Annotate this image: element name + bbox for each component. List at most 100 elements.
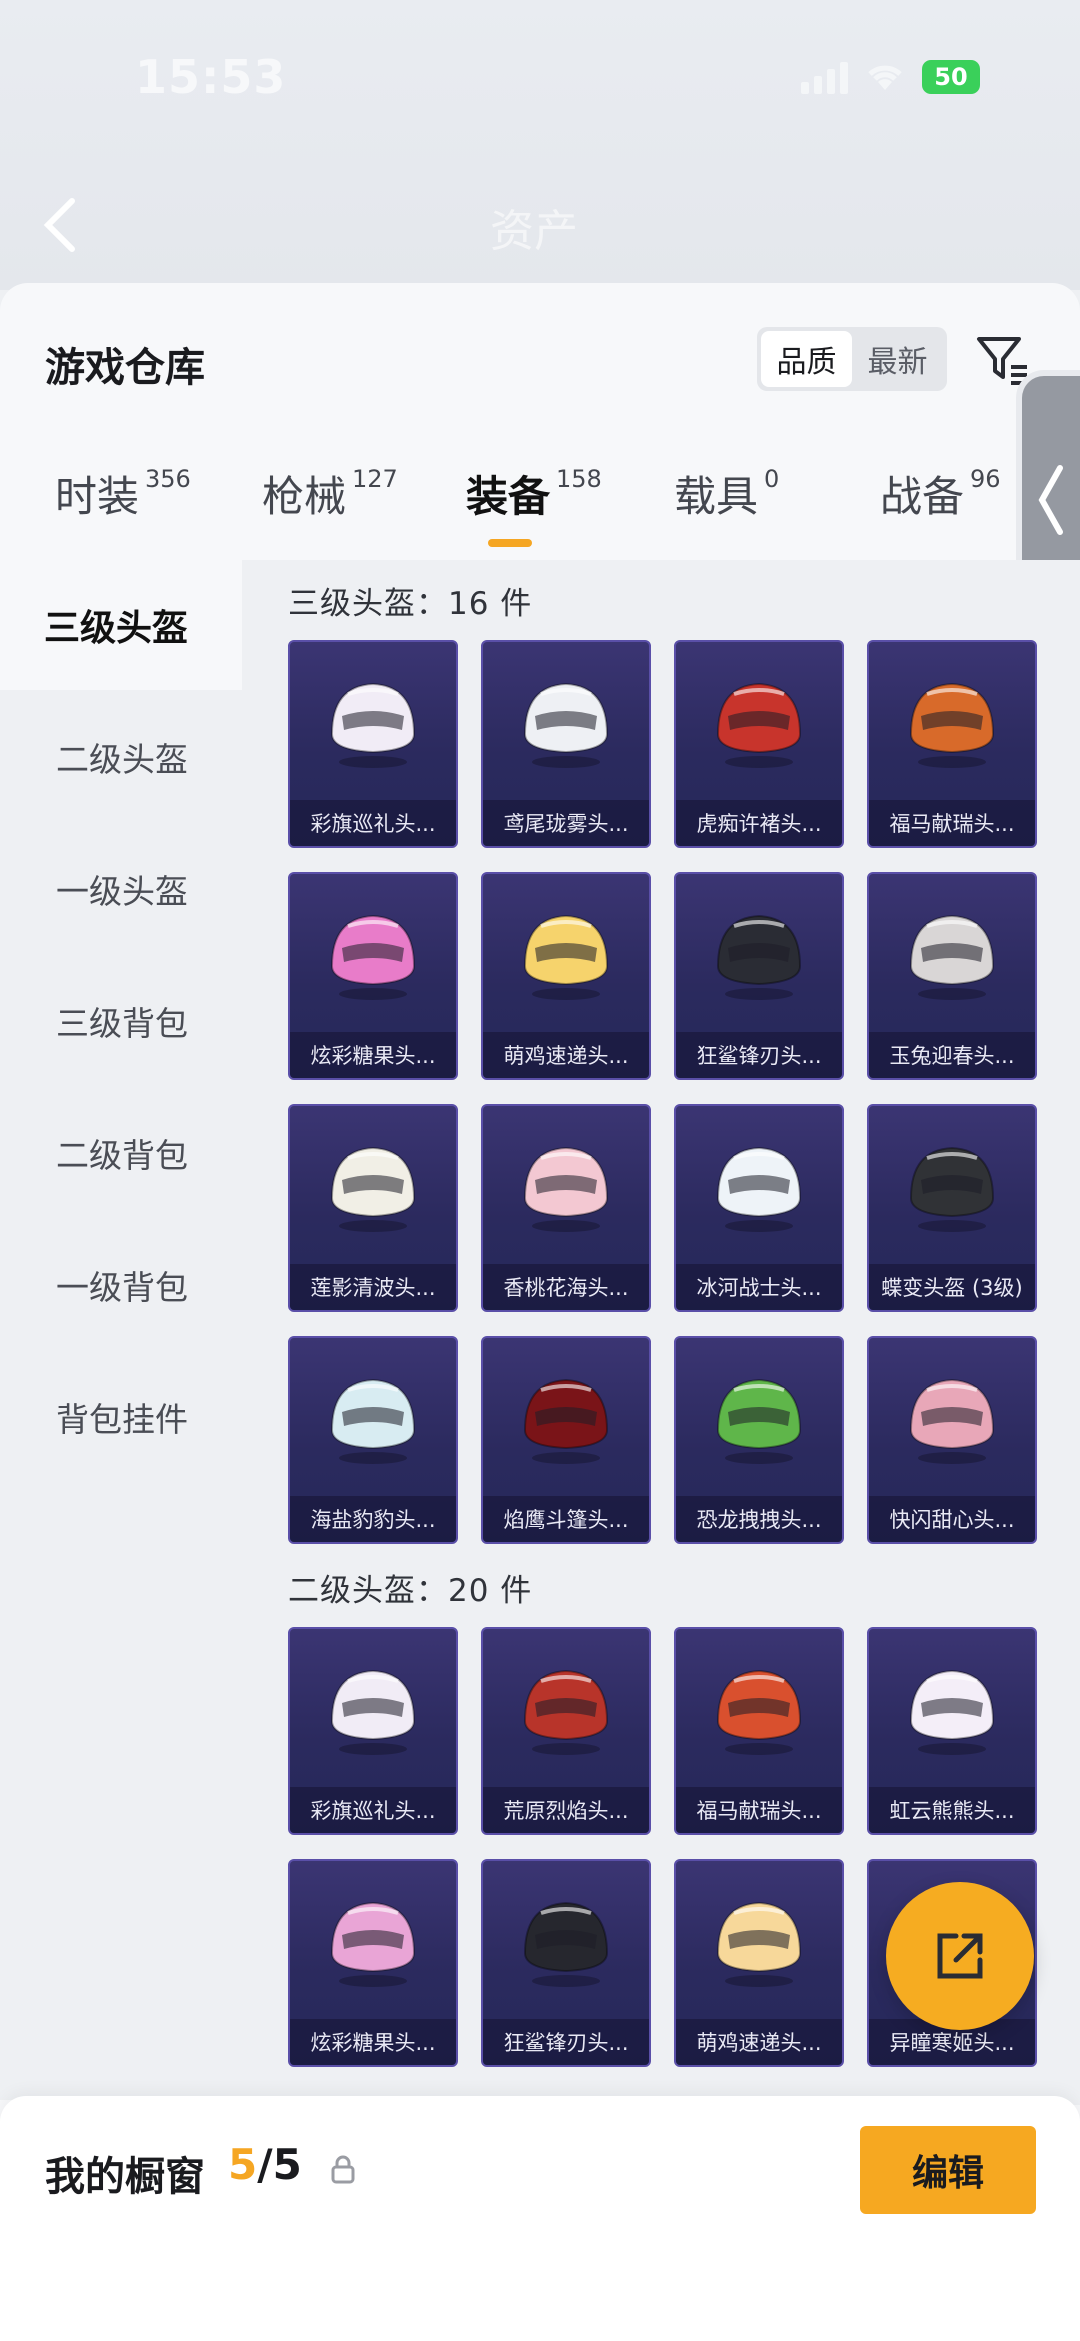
share-button[interactable] bbox=[886, 1882, 1034, 2030]
item-card[interactable]: 狂鲨锋刃头... bbox=[674, 872, 844, 1080]
item-name: 蝶变头盔 (3级) bbox=[869, 1264, 1035, 1310]
page-title: 资产 bbox=[490, 206, 578, 257]
active-tab-indicator bbox=[488, 539, 532, 547]
tab-fashion[interactable]: 时装 356 bbox=[55, 463, 191, 524]
status-time: 15:53 bbox=[135, 50, 287, 104]
helmet-icon bbox=[483, 642, 649, 802]
helmet-icon bbox=[869, 642, 1035, 802]
item-card[interactable]: 彩旗巡礼头... bbox=[288, 640, 458, 848]
subcategory-level1-helmet[interactable]: 一级头盔 bbox=[0, 824, 242, 954]
subcategory-level1-backpack[interactable]: 一级背包 bbox=[0, 1220, 242, 1350]
sort-option-newest[interactable]: 最新 bbox=[852, 331, 943, 387]
item-name: 狂鲨锋刃头... bbox=[483, 2019, 649, 2065]
item-name: 焰鹰斗篷头... bbox=[483, 1496, 649, 1542]
signal-icon bbox=[801, 60, 848, 94]
item-card[interactable]: 鸢尾珑雾头... bbox=[481, 640, 651, 848]
item-card[interactable]: 香桃花海头... bbox=[481, 1104, 651, 1312]
back-button[interactable] bbox=[40, 195, 90, 255]
item-card[interactable]: 玉兔迎春头... bbox=[867, 872, 1037, 1080]
helmet-icon bbox=[869, 1629, 1035, 1789]
helmet-icon bbox=[290, 642, 456, 802]
helmet-icon bbox=[869, 874, 1035, 1034]
item-name: 炫彩糖果头... bbox=[290, 2019, 456, 2065]
helmet-icon bbox=[290, 1629, 456, 1789]
item-card[interactable]: 福马献瑞头... bbox=[867, 640, 1037, 848]
item-name: 福马献瑞头... bbox=[676, 1787, 842, 1833]
helmet-icon bbox=[676, 1629, 842, 1789]
item-name: 玉兔迎春头... bbox=[869, 1032, 1035, 1078]
edit-button[interactable]: 编辑 bbox=[860, 2126, 1036, 2214]
lock-icon bbox=[331, 2155, 355, 2184]
showcase-label: 我的橱窗 bbox=[45, 2154, 205, 2200]
item-name: 萌鸡速递头... bbox=[676, 2019, 842, 2065]
helmet-icon bbox=[676, 874, 842, 1034]
chevron-left-icon bbox=[1038, 465, 1063, 535]
helmet-icon bbox=[290, 1861, 456, 2021]
share-icon bbox=[937, 1933, 983, 1979]
item-name: 虎痴许褚头... bbox=[676, 800, 842, 846]
helmet-icon bbox=[483, 1338, 649, 1498]
helmet-icon bbox=[869, 1338, 1035, 1498]
subcategory-sidebar: 三级头盔 二级头盔 一级头盔 三级背包 二级背包 一级背包 背包挂件 bbox=[0, 560, 242, 2100]
item-card[interactable]: 炫彩糖果头... bbox=[288, 1859, 458, 2067]
item-name: 狂鲨锋刃头... bbox=[676, 1032, 842, 1078]
subcategory-level3-backpack[interactable]: 三级背包 bbox=[0, 956, 242, 1086]
helmet-icon bbox=[676, 1338, 842, 1498]
panel-title: 游戏仓库 bbox=[45, 345, 205, 391]
item-name: 冰河战士头... bbox=[676, 1264, 842, 1310]
helmet-icon bbox=[869, 1106, 1035, 1266]
item-card[interactable]: 彩旗巡礼头... bbox=[288, 1627, 458, 1835]
wifi-icon bbox=[864, 62, 906, 92]
item-name: 虹云熊熊头... bbox=[869, 1787, 1035, 1833]
tab-vehicles[interactable]: 载具 0 bbox=[674, 463, 779, 524]
subcategory-level3-helmet[interactable]: 三级头盔 bbox=[0, 560, 242, 690]
item-card[interactable]: 海盐豹豹头... bbox=[288, 1336, 458, 1544]
section-title: 二级头盔：20 件 bbox=[288, 1573, 533, 1609]
helmet-icon bbox=[483, 1861, 649, 2021]
item-name: 炫彩糖果头... bbox=[290, 1032, 456, 1078]
helmet-icon bbox=[676, 1106, 842, 1266]
item-name: 恐龙拽拽头... bbox=[676, 1496, 842, 1542]
item-card[interactable]: 萌鸡速递头... bbox=[674, 1859, 844, 2067]
category-tabs: 时装 356 枪械 127 装备 158 载具 0 战备 96 bbox=[0, 463, 1016, 553]
sort-option-quality[interactable]: 品质 bbox=[761, 331, 852, 387]
subcategory-backpack-charm[interactable]: 背包挂件 bbox=[0, 1352, 242, 1482]
item-card[interactable]: 焰鹰斗篷头... bbox=[481, 1336, 651, 1544]
sort-toggle: 品质 最新 bbox=[757, 327, 947, 391]
item-card[interactable]: 荒原烈焰头... bbox=[481, 1627, 651, 1835]
chevron-left-icon bbox=[43, 198, 75, 252]
helmet-icon bbox=[483, 1629, 649, 1789]
item-name: 彩旗巡礼头... bbox=[290, 1787, 456, 1833]
item-card[interactable]: 冰河战士头... bbox=[674, 1104, 844, 1312]
tab-supplies[interactable]: 战备 96 bbox=[880, 463, 1001, 524]
item-card[interactable]: 福马献瑞头... bbox=[674, 1627, 844, 1835]
helmet-icon bbox=[290, 1106, 456, 1266]
item-name: 萌鸡速递头... bbox=[483, 1032, 649, 1078]
item-card[interactable]: 莲影清波头... bbox=[288, 1104, 458, 1312]
item-card[interactable]: 虎痴许褚头... bbox=[674, 640, 844, 848]
subcategory-level2-helmet[interactable]: 二级头盔 bbox=[0, 692, 242, 822]
item-name: 莲影清波头... bbox=[290, 1264, 456, 1310]
battery-icon: 50 bbox=[922, 60, 980, 94]
helmet-icon bbox=[290, 874, 456, 1034]
item-grid: 三级头盔：16 件 二级头盔：20 件 彩旗巡礼头... 鸢尾珑雾头... 虎痴许褚… bbox=[242, 560, 1080, 2105]
section-title: 三级头盔：16 件 bbox=[288, 586, 533, 622]
item-name: 快闪甜心头... bbox=[869, 1496, 1035, 1542]
helmet-icon bbox=[483, 1106, 649, 1266]
tab-weapons[interactable]: 枪械 127 bbox=[262, 463, 398, 524]
tab-equipment[interactable]: 装备 158 bbox=[466, 463, 602, 524]
helmet-icon bbox=[676, 1861, 842, 2021]
showcase-bar: 我的橱窗 5/5 编辑 bbox=[0, 2096, 1080, 2341]
item-card[interactable]: 蝶变头盔 (3级) bbox=[867, 1104, 1037, 1312]
helmet-icon bbox=[483, 874, 649, 1034]
subcategory-level2-backpack[interactable]: 二级背包 bbox=[0, 1088, 242, 1218]
item-name: 香桃花海头... bbox=[483, 1264, 649, 1310]
item-card[interactable]: 狂鲨锋刃头... bbox=[481, 1859, 651, 2067]
item-card[interactable]: 快闪甜心头... bbox=[867, 1336, 1037, 1544]
item-card[interactable]: 炫彩糖果头... bbox=[288, 872, 458, 1080]
item-card[interactable]: 虹云熊熊头... bbox=[867, 1627, 1037, 1835]
item-name: 福马献瑞头... bbox=[869, 800, 1035, 846]
item-card[interactable]: 萌鸡速递头... bbox=[481, 872, 651, 1080]
item-name: 彩旗巡礼头... bbox=[290, 800, 456, 846]
item-card[interactable]: 恐龙拽拽头... bbox=[674, 1336, 844, 1544]
